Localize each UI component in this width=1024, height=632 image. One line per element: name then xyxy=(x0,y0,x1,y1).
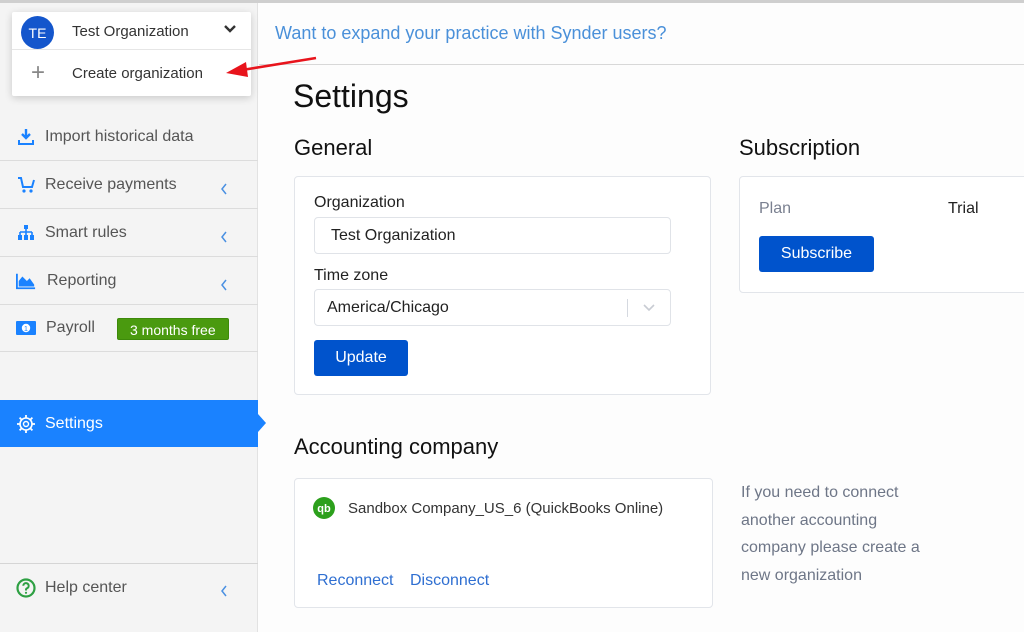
create-organization-item[interactable]: + Create organization xyxy=(12,51,251,96)
sidebar-item-label: Payroll xyxy=(46,319,95,336)
sidebar-item-reporting[interactable]: Reporting xyxy=(0,258,258,305)
annotation-arrow xyxy=(226,56,317,77)
money-icon: 1 xyxy=(16,318,36,338)
company-name: Sandbox Company_US_6 (QuickBooks Online) xyxy=(348,500,664,517)
sidebar-item-import-historical-data[interactable]: Import historical data xyxy=(0,114,258,161)
organization-input-value: Test Organization xyxy=(331,226,456,244)
chevron-down-icon[interactable] xyxy=(223,24,237,34)
subscribe-button[interactable]: Subscribe xyxy=(759,236,874,272)
sidebar-item-help-center[interactable]: Help center xyxy=(0,563,258,632)
disconnect-link[interactable]: Disconnect xyxy=(410,572,489,590)
sidebar-item-label: Import historical data xyxy=(45,128,194,145)
plus-icon: + xyxy=(31,59,46,86)
sidebar-item-settings[interactable]: Settings xyxy=(0,400,258,447)
plan-label: Plan xyxy=(759,200,792,217)
plan-value: Trial xyxy=(948,200,979,217)
chevron-left-icon xyxy=(221,279,227,291)
svg-text:1: 1 xyxy=(24,326,28,333)
organization-input[interactable]: Test Organization xyxy=(314,217,671,254)
sidebar: Import historical data Receive payments … xyxy=(0,3,258,632)
accounting-note: If you need to connect another accountin… xyxy=(741,484,920,584)
chevron-down-icon xyxy=(643,304,655,312)
header: Want to expand your practice with Synder… xyxy=(259,3,1024,65)
gear-icon xyxy=(16,414,36,434)
organization-label: Organization xyxy=(314,194,405,211)
chevron-left-icon xyxy=(221,183,227,195)
timezone-select-value: America/Chicago xyxy=(327,298,449,316)
active-indicator xyxy=(258,414,266,432)
promo-link[interactable]: Want to expand your practice with Synder… xyxy=(275,23,667,44)
accounting-section-title: Accounting company xyxy=(294,434,499,459)
sidebar-item-label: Settings xyxy=(45,414,103,432)
sidebar-item-receive-payments[interactable]: Receive payments xyxy=(0,162,258,209)
selected-organization: Test Organization xyxy=(72,23,189,40)
reconnect-link[interactable]: Reconnect xyxy=(317,572,394,590)
area-chart-icon xyxy=(16,271,36,291)
hierarchy-icon xyxy=(16,223,36,243)
timezone-label: Time zone xyxy=(314,267,389,284)
sidebar-item-label: Reporting xyxy=(47,272,117,289)
sidebar-item-label: Help center xyxy=(45,579,127,596)
create-organization-label: Create organization xyxy=(72,65,203,82)
organization-selector[interactable]: TE Test Organization xyxy=(12,12,251,50)
svg-text:qb: qb xyxy=(317,503,331,515)
accounting-company-card: qb Sandbox Company_US_6 (QuickBooks Onli… xyxy=(294,478,713,608)
general-card: Organization Test Organization Time zone… xyxy=(294,176,711,395)
avatar: TE xyxy=(21,16,54,49)
sidebar-item-label: Receive payments xyxy=(45,176,177,193)
cart-icon xyxy=(16,175,36,195)
help-icon xyxy=(16,578,36,603)
quickbooks-icon: qb xyxy=(313,497,335,524)
download-icon xyxy=(16,127,36,147)
sidebar-item-label: Smart rules xyxy=(45,224,127,241)
update-button[interactable]: Update xyxy=(314,340,408,376)
timezone-select[interactable]: America/Chicago xyxy=(314,289,671,326)
subscription-section-title: Subscription xyxy=(739,135,861,160)
general-section-title: General xyxy=(294,135,373,160)
subscription-card: Plan Trial Subscribe xyxy=(739,176,1024,293)
chevron-left-icon xyxy=(221,231,227,243)
select-divider xyxy=(627,299,628,317)
chevron-left-icon xyxy=(221,585,227,597)
sidebar-item-payroll[interactable]: 1 Payroll 3 months free xyxy=(0,305,258,352)
sidebar-item-smart-rules[interactable]: Smart rules xyxy=(0,210,258,257)
organization-dropdown: TE Test Organization + Create organizati… xyxy=(12,12,251,96)
promo-badge: 3 months free xyxy=(117,318,229,340)
